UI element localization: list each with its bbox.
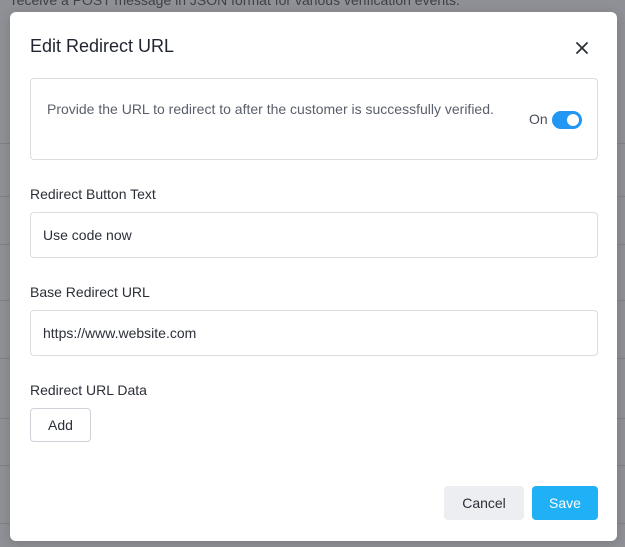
save-button[interactable]: Save <box>532 486 598 520</box>
edit-redirect-url-dialog: Edit Redirect URL Provide the URL to red… <box>10 12 617 541</box>
redirect-url-data-label: Redirect URL Data <box>30 382 147 398</box>
add-redirect-data-button[interactable]: Add <box>30 408 91 442</box>
dialog-title: Edit Redirect URL <box>30 36 175 56</box>
toggle-knob <box>567 114 579 126</box>
redirect-description: Provide the URL to redirect to after the… <box>47 101 494 117</box>
redirect-toggle-panel: Provide the URL to redirect to after the… <box>30 78 598 160</box>
base-redirect-url-label: Base Redirect URL <box>30 284 150 300</box>
toggle-state-label: On <box>529 111 548 127</box>
redirect-button-text-input[interactable] <box>30 212 598 258</box>
background-description-text: receive a POST message in JSON format fo… <box>12 0 460 8</box>
cancel-button[interactable]: Cancel <box>444 486 524 520</box>
redirect-toggle-switch[interactable] <box>552 111 582 129</box>
base-redirect-url-input[interactable] <box>30 310 598 356</box>
close-icon[interactable] <box>571 37 593 59</box>
redirect-button-text-label: Redirect Button Text <box>30 186 156 202</box>
